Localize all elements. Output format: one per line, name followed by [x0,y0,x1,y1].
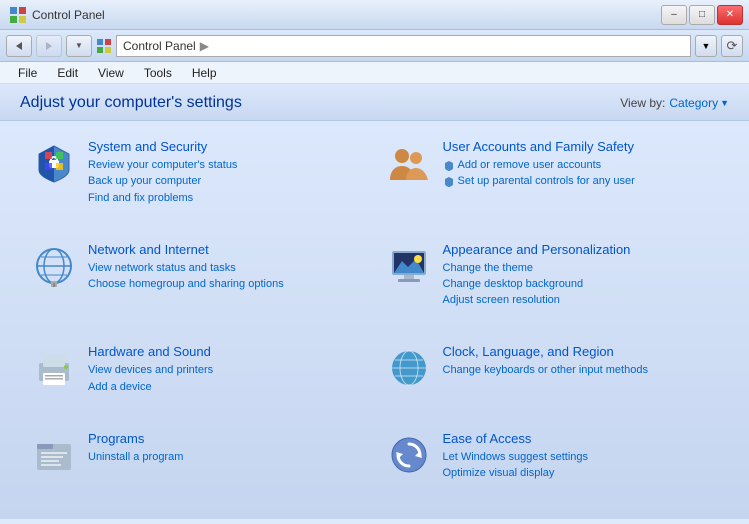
link-optimize-display[interactable]: Optimize visual display [443,466,720,481]
network-text: Network and Internet View network status… [88,242,365,293]
programs-links: Uninstall a program [88,450,365,465]
link-homegroup[interactable]: Choose homegroup and sharing options [88,277,365,292]
link-screen-resolution[interactable]: Adjust screen resolution [443,293,720,308]
minimize-button[interactable]: – [661,5,687,25]
maximize-button[interactable]: □ [689,5,715,25]
link-desktop-bg[interactable]: Change desktop background [443,277,720,292]
menu-help[interactable]: Help [184,64,225,82]
ease-of-access-links: Let Windows suggest settings Optimize vi… [443,450,720,482]
appearance-icon [385,242,433,290]
hardware-text: Hardware and Sound View devices and prin… [88,344,365,395]
link-parental-controls[interactable]: Set up parental controls for any user [443,174,720,189]
programs-text: Programs Uninstall a program [88,431,365,465]
main-content: Adjust your computer's settings View by:… [0,84,749,524]
link-network-status[interactable]: View network status and tasks [88,261,365,276]
ease-of-access-icon [385,431,433,479]
view-by-selector[interactable]: Category ▼ [669,96,729,110]
ease-of-access-text: Ease of Access Let Windows suggest setti… [443,431,720,482]
user-accounts-icon [385,139,433,187]
page-title: Adjust your computer's settings [20,94,242,112]
network-title[interactable]: Network and Internet [88,242,365,259]
category-clock[interactable]: Clock, Language, and Region Change keybo… [375,336,730,422]
clock-title[interactable]: Clock, Language, and Region [443,344,720,361]
system-security-text: System and Security Review your computer… [88,139,365,206]
view-by: View by: Category ▼ [620,96,729,110]
menu-bar: File Edit View Tools Help [0,62,749,84]
network-icon [30,242,78,290]
clock-text: Clock, Language, and Region Change keybo… [443,344,720,378]
user-accounts-title[interactable]: User Accounts and Family Safety [443,139,720,156]
title-bar-icon [10,7,26,23]
link-add-remove-accounts[interactable]: Add or remove user accounts [443,158,720,173]
appearance-text: Appearance and Personalization Change th… [443,242,720,309]
programs-title[interactable]: Programs [88,431,365,448]
link-backup[interactable]: Back up your computer [88,174,365,189]
category-user-accounts[interactable]: User Accounts and Family Safety Add or r… [375,131,730,234]
system-security-icon [30,139,78,187]
user-accounts-text: User Accounts and Family Safety Add or r… [443,139,720,190]
hardware-icon [30,344,78,392]
address-icon [96,38,112,54]
hardware-links: View devices and printers Add a device [88,363,365,395]
categories-grid: System and Security Review your computer… [0,121,749,519]
title-bar-text: Control Panel [32,8,105,22]
system-security-title[interactable]: System and Security [88,139,365,156]
link-keyboards[interactable]: Change keyboards or other input methods [443,363,720,378]
close-button[interactable]: ✕ [717,5,743,25]
window-controls: – □ ✕ [661,5,743,25]
link-fix-problems[interactable]: Find and fix problems [88,191,365,206]
category-ease-of-access[interactable]: Ease of Access Let Windows suggest setti… [375,423,730,509]
content-header: Adjust your computer's settings View by:… [0,84,749,121]
appearance-links: Change the theme Change desktop backgrou… [443,261,720,309]
title-bar: Control Panel – □ ✕ [0,0,749,30]
category-hardware[interactable]: Hardware and Sound View devices and prin… [20,336,375,422]
forward-button[interactable] [36,35,62,57]
appearance-title[interactable]: Appearance and Personalization [443,242,720,259]
ease-of-access-title[interactable]: Ease of Access [443,431,720,448]
menu-edit[interactable]: Edit [49,64,86,82]
menu-file[interactable]: File [10,64,45,82]
address-field[interactable]: Control Panel ▶ [116,35,691,57]
address-dropdown[interactable]: ▼ [695,35,717,57]
clock-links: Change keyboards or other input methods [443,363,720,378]
category-system-security[interactable]: System and Security Review your computer… [20,131,375,234]
link-suggest-settings[interactable]: Let Windows suggest settings [443,450,720,465]
address-bar: ▼ Control Panel ▶ ▼ ⟳ [0,30,749,62]
category-network[interactable]: Network and Internet View network status… [20,234,375,337]
back-button[interactable] [6,35,32,57]
user-accounts-links: Add or remove user accounts Set up paren… [443,158,720,190]
system-security-links: Review your computer's status Back up yo… [88,158,365,206]
menu-view[interactable]: View [90,64,132,82]
category-appearance[interactable]: Appearance and Personalization Change th… [375,234,730,337]
link-add-device[interactable]: Add a device [88,380,365,395]
dropdown-button[interactable]: ▼ [66,35,92,57]
refresh-button[interactable]: ⟳ [721,35,743,57]
clock-icon [385,344,433,392]
category-programs[interactable]: Programs Uninstall a program [20,423,375,509]
programs-icon [30,431,78,479]
hardware-title[interactable]: Hardware and Sound [88,344,365,361]
network-links: View network status and tasks Choose hom… [88,261,365,293]
link-uninstall[interactable]: Uninstall a program [88,450,365,465]
menu-tools[interactable]: Tools [136,64,180,82]
link-change-theme[interactable]: Change the theme [443,261,720,276]
link-review-status[interactable]: Review your computer's status [88,158,365,173]
link-devices-printers[interactable]: View devices and printers [88,363,365,378]
